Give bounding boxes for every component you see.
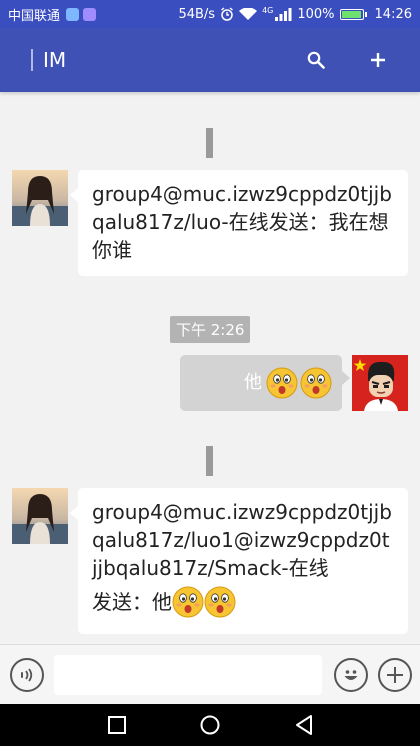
battery-icon bbox=[339, 8, 367, 20]
carrier-label: 中国联通 bbox=[8, 8, 61, 24]
timestamp-chip: 下午 2:26 bbox=[170, 316, 251, 343]
message-tail: 发送：他 bbox=[92, 586, 394, 618]
signal-icon bbox=[275, 7, 292, 21]
voice-button[interactable] bbox=[10, 658, 44, 692]
message-bubble-outgoing[interactable]: 他 bbox=[180, 355, 350, 411]
message-bubble-incoming[interactable]: group4@muc.izwz9cppdz0tjjbqalu817z/luo1@… bbox=[70, 488, 408, 634]
plus-icon bbox=[371, 53, 385, 67]
surprised-face-icon bbox=[172, 586, 204, 618]
chat-list[interactable]: group4@muc.izwz9cppdz0tjjbqalu817z/luo-在… bbox=[0, 92, 420, 644]
message-input-bar bbox=[0, 644, 420, 704]
message-text: group4@muc.izwz9cppdz0tjjbqalu817z/luo-在… bbox=[92, 182, 392, 262]
message-text-suffix: 发送：他 bbox=[92, 590, 172, 614]
search-button[interactable] bbox=[300, 44, 332, 76]
network-speed: 54B/s bbox=[178, 6, 216, 22]
voice-icon bbox=[21, 668, 33, 682]
surprised-face-icon bbox=[300, 367, 332, 399]
my-avatar[interactable] bbox=[352, 355, 408, 411]
contact-avatar[interactable] bbox=[12, 170, 68, 226]
user-cartoon-avatar-icon bbox=[352, 355, 408, 411]
contact-avatar[interactable] bbox=[12, 488, 68, 544]
alarm-icon bbox=[221, 7, 233, 21]
surprised-face-icon bbox=[204, 586, 236, 618]
gallery-notification-icon bbox=[83, 7, 97, 21]
message-text: 他 bbox=[244, 372, 262, 393]
system-marker bbox=[206, 128, 213, 158]
system-marker bbox=[206, 446, 213, 476]
battery-percent: 100% bbox=[297, 6, 335, 22]
plus-circle-icon bbox=[387, 667, 403, 683]
app-bar-divider bbox=[31, 49, 33, 71]
smiley-icon bbox=[344, 670, 358, 680]
status-bar: 中国联通 54B/s 4G 100% 14:26 bbox=[0, 0, 420, 28]
recent-apps-icon[interactable] bbox=[105, 713, 129, 737]
notification-icon bbox=[66, 7, 80, 21]
message-bubble-incoming[interactable]: group4@muc.izwz9cppdz0tjjbqalu817z/luo-在… bbox=[70, 170, 408, 276]
message-input[interactable] bbox=[54, 655, 322, 695]
clock: 14:26 bbox=[374, 6, 412, 22]
status-right: 54B/s 4G 100% 14:26 bbox=[178, 5, 412, 22]
more-button[interactable] bbox=[378, 658, 412, 692]
home-icon[interactable] bbox=[198, 713, 222, 737]
avatar-photo-icon bbox=[12, 170, 68, 226]
search-icon bbox=[307, 51, 325, 69]
page-title: IM bbox=[43, 48, 67, 72]
avatar-photo-icon bbox=[12, 488, 68, 544]
wifi-icon bbox=[239, 8, 258, 20]
back-icon[interactable] bbox=[292, 713, 316, 737]
message-text: group4@muc.izwz9cppdz0tjjbqalu817z/luo1@… bbox=[92, 500, 392, 580]
emoji-button[interactable] bbox=[334, 658, 368, 692]
add-button[interactable] bbox=[362, 44, 394, 76]
network-type: 4G bbox=[262, 5, 274, 15]
surprised-face-icon bbox=[266, 367, 298, 399]
system-nav-bar bbox=[0, 704, 420, 746]
app-bar: IM bbox=[0, 28, 420, 92]
